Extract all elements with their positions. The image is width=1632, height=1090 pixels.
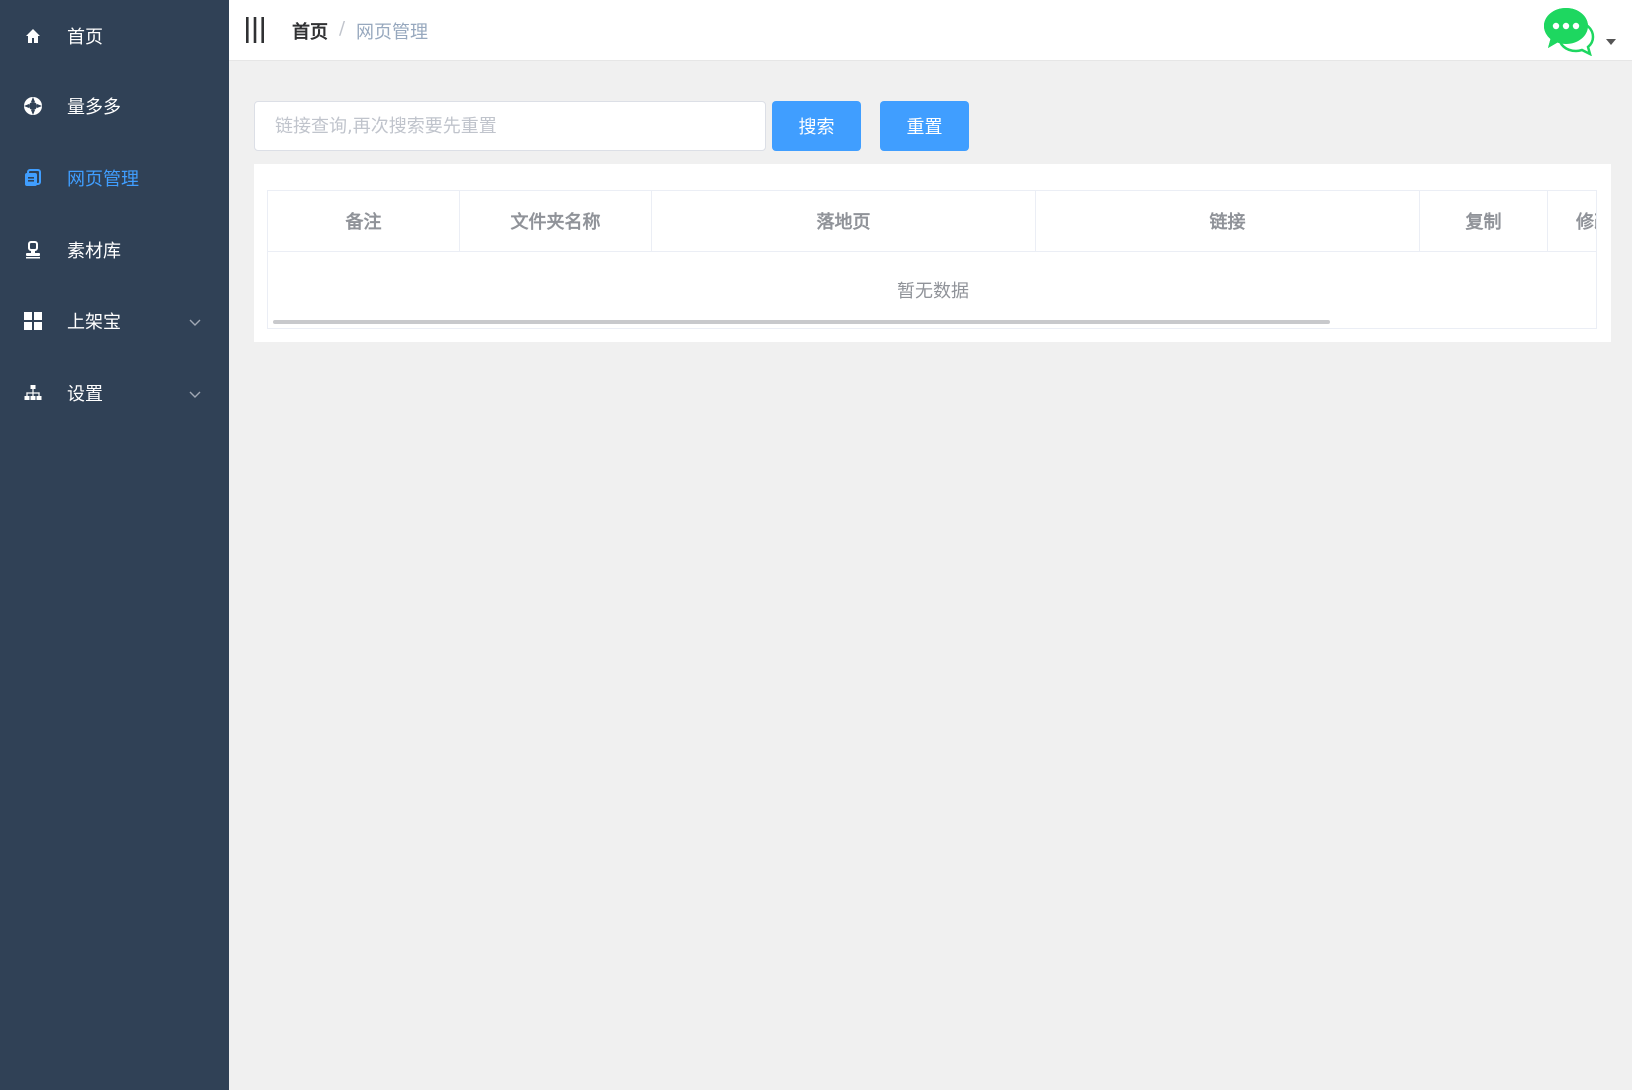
sidebar-item-label: 素材库 [67,241,121,262]
sidebar: 首页 量多多 网页管理 素材库 上架宝 设置 [0,0,229,1090]
sidebar-item-liangduoduo[interactable]: 量多多 [0,70,229,142]
chevron-down-icon [188,314,202,328]
sidebar-item-material-library[interactable]: 素材库 [0,214,229,286]
empty-state-text: 暂无数据 [897,281,969,302]
sidebar-item-label: 设置 [67,384,103,405]
column-header-edit: 修改 [1576,212,1596,233]
sidebar-item-settings[interactable]: 设置 [0,357,229,429]
sidebar-item-webpage-management[interactable]: 网页管理 [0,142,229,214]
sidebar-item-label: 上架宝 [67,312,121,333]
chevron-down-icon [188,386,202,400]
table-panel: 备注 文件夹名称 落地页 链接 复制 修改 暂无数据 [254,164,1611,342]
grid-icon [22,310,44,332]
sidebar-item-label: 首页 [67,27,103,48]
sidebar-item-label: 量多多 [67,97,121,118]
column-header-remark: 备注 [268,191,460,251]
breadcrumb-home[interactable]: 首页 [292,18,328,44]
document-icon [22,167,44,189]
sidebar-item-label: 网页管理 [67,169,139,190]
table-header: 备注 文件夹名称 落地页 链接 复制 修改 [268,191,1596,252]
column-header-copy: 复制 [1420,191,1548,251]
caret-down-icon[interactable] [1606,39,1616,45]
lifebuoy-icon [22,95,44,117]
data-table: 备注 文件夹名称 落地页 链接 复制 修改 暂无数据 [267,190,1597,329]
top-navbar: 首页 / 网页管理 [229,0,1632,61]
breadcrumb-separator: / [339,18,346,39]
reset-button[interactable]: 重置 [880,101,969,151]
horizontal-scrollbar[interactable] [273,320,1330,324]
wechat-chat-icon[interactable] [1540,4,1596,57]
hamburger-icon[interactable] [243,16,267,44]
breadcrumb-current: 网页管理 [356,22,428,43]
search-input[interactable] [254,101,766,151]
sidebar-item-shangjiabao[interactable]: 上架宝 [0,285,229,357]
column-header-landing-page: 落地页 [652,191,1036,251]
sitemap-icon [22,382,44,404]
home-icon [22,25,44,47]
column-header-folder-name: 文件夹名称 [460,191,652,251]
column-header-link: 链接 [1036,191,1420,251]
search-button[interactable]: 搜索 [772,101,861,151]
stamp-icon [22,239,44,261]
sidebar-item-home[interactable]: 首页 [0,0,229,72]
